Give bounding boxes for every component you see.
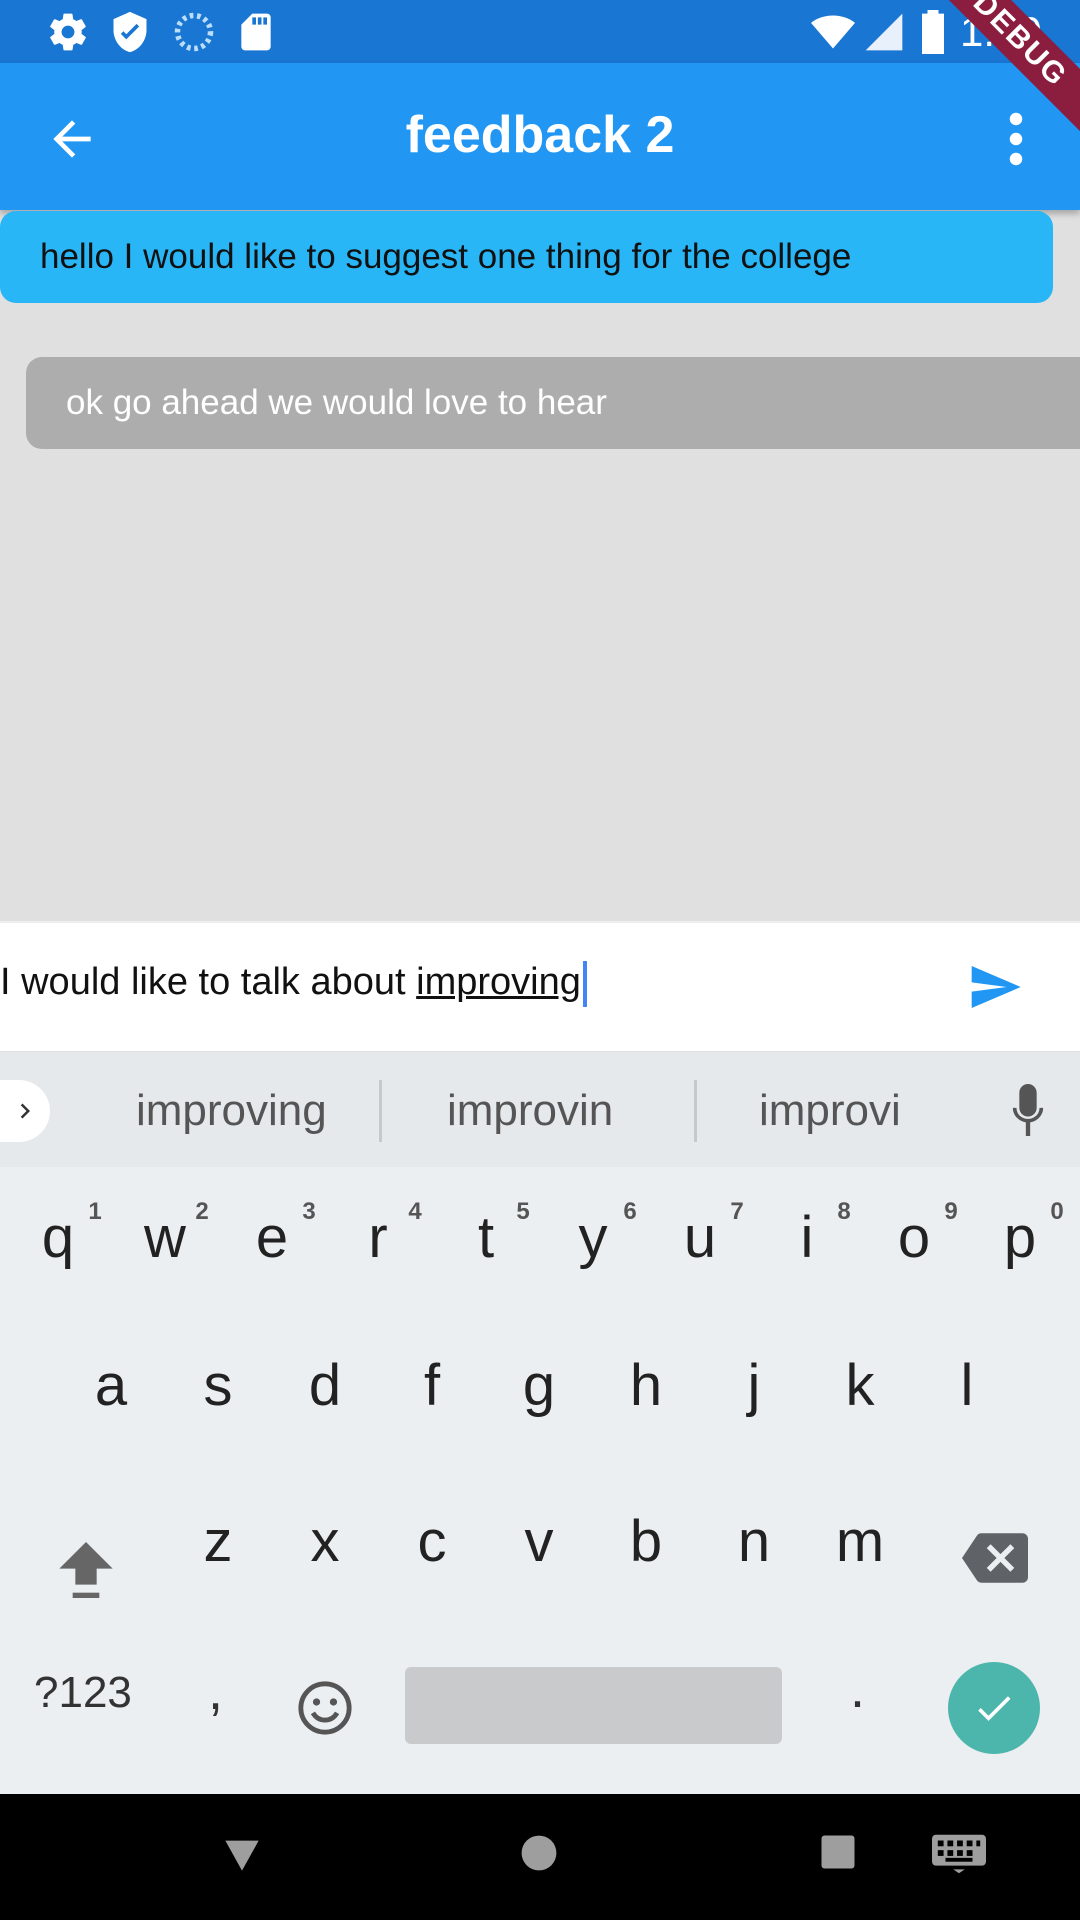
key-hint: 1: [88, 1198, 102, 1225]
key-j[interactable]: j: [714, 1352, 794, 1419]
app-bar: feedback 2: [0, 63, 1080, 210]
key-z[interactable]: z: [178, 1508, 258, 1575]
home-nav-icon[interactable]: [520, 1834, 558, 1872]
wifi-icon: [811, 15, 855, 49]
key-hint: 3: [302, 1198, 316, 1225]
input-text: I would like to talk about: [0, 961, 417, 1004]
expand-toolbar-button[interactable]: [0, 1080, 50, 1142]
enter-key[interactable]: [948, 1662, 1040, 1754]
divider: [694, 1080, 697, 1142]
key-n[interactable]: n: [714, 1508, 794, 1575]
suggestion-3[interactable]: improvi: [759, 1086, 901, 1136]
emoji-icon[interactable]: [296, 1679, 354, 1737]
period-key[interactable]: .: [850, 1658, 865, 1720]
send-icon[interactable]: [965, 959, 1025, 1015]
back-nav-icon[interactable]: [222, 1834, 262, 1874]
recents-nav-icon[interactable]: [820, 1834, 856, 1870]
backspace-icon[interactable]: [962, 1532, 1028, 1584]
composing-word: improving: [416, 961, 581, 1004]
status-bar: 1:10: [0, 0, 1080, 63]
key-c[interactable]: c: [392, 1508, 472, 1575]
message-received: ok go ahead we would love to hear: [26, 357, 1080, 449]
key-l[interactable]: l: [927, 1352, 1007, 1419]
chevron-right-icon: [20, 1103, 30, 1119]
key-b[interactable]: b: [606, 1508, 686, 1575]
key-a[interactable]: a: [71, 1352, 151, 1419]
suggestion-2[interactable]: improvin: [447, 1086, 613, 1136]
more-vert-icon[interactable]: [996, 109, 1036, 169]
suggestion-1[interactable]: improving: [136, 1086, 327, 1136]
check-icon: [978, 1696, 1011, 1721]
key-f[interactable]: f: [392, 1352, 472, 1419]
navigation-bar: [0, 1794, 1080, 1920]
message-sent: hello I would like to suggest one thing …: [0, 211, 1053, 303]
keyboard-switch-icon[interactable]: [932, 1834, 986, 1874]
key-hint: 8: [837, 1198, 851, 1225]
shift-icon[interactable]: [54, 1534, 118, 1598]
shield-icon: [113, 11, 147, 53]
key-hint: 6: [623, 1198, 637, 1225]
sync-icon: [174, 12, 214, 52]
comma-key[interactable]: ,: [208, 1660, 223, 1722]
clock: 1:10: [960, 8, 1042, 55]
key-v[interactable]: v: [499, 1508, 579, 1575]
key-hint: 7: [730, 1198, 744, 1225]
settings-icon: [50, 13, 86, 51]
key-m[interactable]: m: [820, 1508, 900, 1575]
space-key[interactable]: [405, 1667, 782, 1744]
key-hint: 2: [195, 1198, 209, 1225]
keyboard: improving improvin improvi q1w2e3r4t5y6u…: [0, 1052, 1080, 1794]
key-x[interactable]: x: [285, 1508, 365, 1575]
key-h[interactable]: h: [606, 1352, 686, 1419]
symbols-key[interactable]: ?123: [34, 1668, 132, 1718]
key-k[interactable]: k: [820, 1352, 900, 1419]
signal-icon: [865, 13, 903, 51]
sd-card-icon: [241, 13, 271, 51]
key-d[interactable]: d: [285, 1352, 365, 1419]
suggestion-strip: improving improvin improvi: [0, 1052, 1080, 1167]
message-input[interactable]: I would like to talk about improving: [0, 961, 587, 1007]
mic-icon[interactable]: [1010, 1084, 1046, 1136]
key-hint: 0: [1050, 1198, 1064, 1225]
divider: [379, 1080, 382, 1142]
key-hint: 5: [516, 1198, 530, 1225]
page-title: feedback 2: [405, 106, 675, 164]
battery-icon: [922, 10, 944, 54]
key-hint: 9: [944, 1198, 958, 1225]
key-s[interactable]: s: [178, 1352, 258, 1419]
key-g[interactable]: g: [499, 1352, 579, 1419]
key-hint: 4: [408, 1198, 422, 1225]
text-caret: [582, 961, 587, 1007]
message-input-bar: I would like to talk about improving: [0, 921, 1080, 1051]
